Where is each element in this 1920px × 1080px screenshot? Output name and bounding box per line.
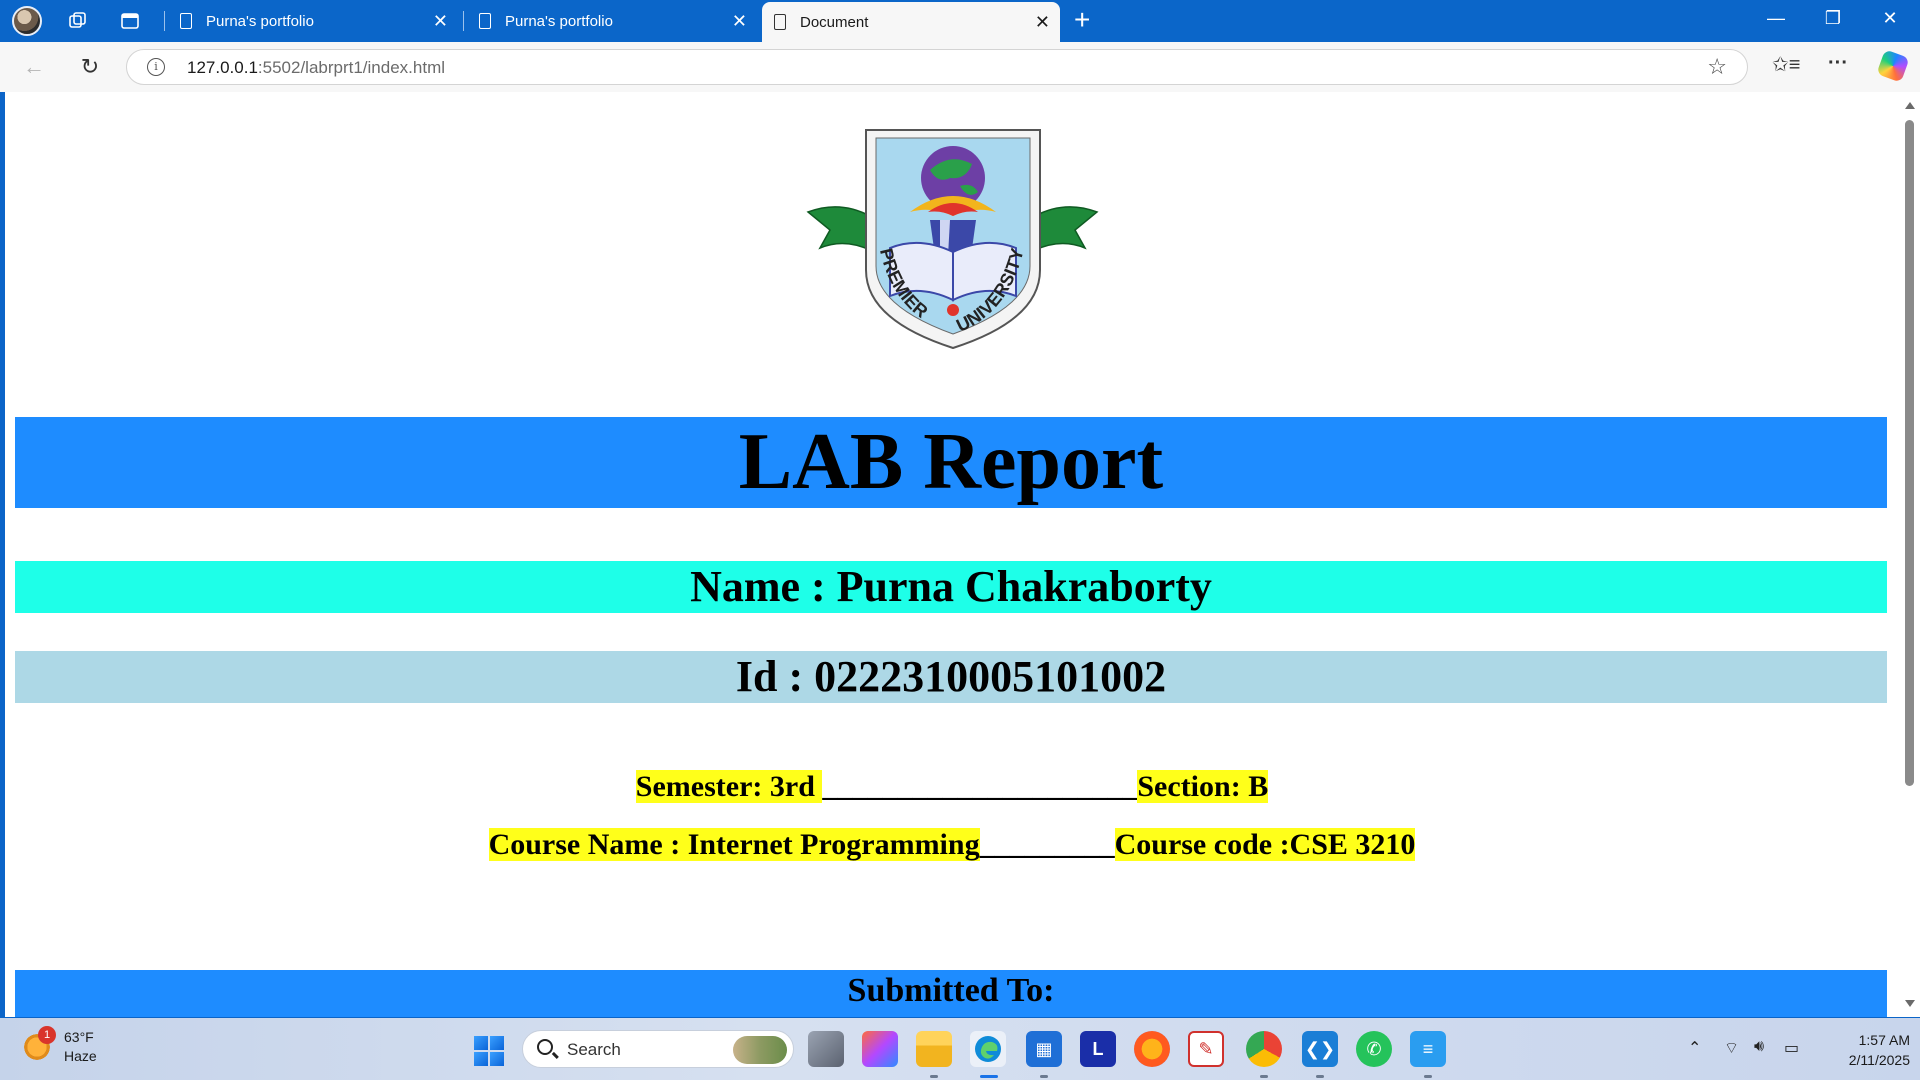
taskbar-search-box[interactable]: Search (522, 1030, 794, 1068)
volume-icon[interactable]: 🔊︎ (1754, 1038, 1764, 1056)
workspaces-icon[interactable] (64, 7, 92, 35)
separator-underline: _____________________ (822, 770, 1138, 803)
page-viewport: PREMIER UNIVERSITY LAB Report Name : Pur… (5, 92, 1899, 1017)
pdf-reader-icon[interactable]: ✎ (1188, 1031, 1224, 1067)
tab-title: Purna's portfolio (206, 12, 314, 30)
scrollbar-thumb[interactable] (1905, 120, 1914, 786)
battery-icon[interactable]: ▭ (1784, 1038, 1799, 1058)
taskbar-clock[interactable]: 1:57 AM 2/11/2025 (1820, 1030, 1910, 1070)
vertical-tabs-icon[interactable] (116, 7, 144, 35)
tab-document[interactable]: Document ✕ (762, 2, 1060, 42)
weather-condition: Haze (64, 1048, 97, 1064)
scroll-down-arrow-icon[interactable] (1905, 1000, 1915, 1007)
windows-start-icon[interactable] (474, 1036, 504, 1066)
tab-separator (463, 11, 464, 31)
student-id: Id : 0222310005101002 (15, 651, 1887, 703)
section-text: Section: B (1137, 770, 1269, 803)
url-host: 127.0.0.1 (187, 58, 258, 77)
tab-purnas-portfolio-1[interactable]: Purna's portfolio ✕ (168, 2, 458, 40)
restore-icon[interactable]: ❐ (1813, 8, 1853, 29)
separator-underline: _________ (979, 828, 1115, 861)
close-tab-icon[interactable]: ✕ (433, 12, 448, 30)
search-highlight-image (733, 1036, 787, 1064)
browser-toolbar: ← ↻ i 127.0.0.1:5502/labrprt1/index.html… (0, 42, 1920, 92)
copilot-app-icon[interactable] (862, 1031, 898, 1067)
active-indicator (980, 1075, 998, 1078)
tab-separator (164, 11, 165, 31)
weather-haze-icon: 1 (22, 1026, 56, 1062)
chrome-icon[interactable] (1246, 1031, 1282, 1067)
course-line: Course Name : Internet Programming______… (5, 828, 1899, 862)
university-logo: PREMIER UNIVERSITY (800, 120, 1105, 350)
close-tab-icon[interactable]: ✕ (732, 12, 747, 30)
url-path: :5502/labrprt1/index.html (257, 58, 446, 77)
report-title: LAB Report (15, 417, 1887, 508)
running-indicator (930, 1075, 938, 1078)
semester-text: Semester: 3rd (635, 770, 823, 803)
tab-purnas-portfolio-2[interactable]: Purna's portfolio ✕ (467, 2, 757, 40)
document-icon (774, 14, 786, 30)
running-indicator (1040, 1075, 1048, 1078)
browser-titlebar: Purna's portfolio ✕ Purna's portfolio ✕ … (0, 0, 1920, 42)
document-icon (180, 13, 192, 29)
microsoft-store-icon[interactable]: ▦ (1026, 1031, 1062, 1067)
submitted-to-heading: Submitted To: (15, 970, 1887, 1017)
windows-taskbar: 1 63°F Haze Search ▦ L ✎ ❮❯ ✆ ≡ ⌃ ⌔ 🔊︎ ▭… (0, 1018, 1920, 1080)
clock-date: 2/11/2025 (1848, 1052, 1910, 1068)
semester-section-line: Semester: 3rd _____________________Secti… (5, 770, 1899, 804)
show-hidden-icons-chevron-icon[interactable]: ⌃ (1688, 1038, 1701, 1058)
running-indicator (1424, 1075, 1432, 1078)
address-bar[interactable]: i 127.0.0.1:5502/labrprt1/index.html ☆ (126, 49, 1748, 85)
document-icon (479, 13, 491, 29)
running-indicator (1260, 1075, 1268, 1078)
notification-badge: 1 (38, 1026, 56, 1044)
student-name: Name : Purna Chakraborty (15, 561, 1887, 613)
course-name-text: Course Name : Internet Programming (488, 828, 980, 861)
whatsapp-icon[interactable]: ✆ (1356, 1031, 1392, 1067)
wifi-icon[interactable]: ⌔ (1724, 1038, 1739, 1058)
weather-widget[interactable]: 1 63°F Haze (22, 1026, 97, 1066)
refresh-icon[interactable]: ↻ (74, 52, 106, 82)
task-view-icon[interactable] (808, 1031, 844, 1067)
profile-avatar-icon[interactable] (12, 6, 42, 36)
tab-title: Purna's portfolio (505, 12, 613, 30)
back-arrow-icon[interactable]: ← (18, 52, 50, 82)
file-explorer-icon[interactable] (916, 1031, 952, 1067)
course-code-text: Course code :CSE 3210 (1114, 828, 1416, 861)
search-icon (537, 1039, 553, 1055)
edge-icon[interactable] (970, 1031, 1006, 1067)
running-indicator (1316, 1075, 1324, 1078)
page-scrollbar[interactable] (1899, 92, 1920, 1017)
firefox-icon[interactable] (1134, 1031, 1170, 1067)
favorite-star-icon[interactable]: ☆ (1707, 54, 1727, 80)
weather-temp: 63°F (64, 1029, 94, 1045)
clock-time: 1:57 AM (1858, 1032, 1910, 1048)
tab-title: Document (800, 13, 869, 31)
favorites-icon[interactable]: ✩≡ (1772, 52, 1800, 77)
search-label: Search (567, 1040, 621, 1059)
l-app-icon[interactable]: L (1080, 1031, 1116, 1067)
url-text[interactable]: 127.0.0.1:5502/labrprt1/index.html (187, 58, 445, 78)
site-info-icon[interactable]: i (147, 58, 165, 76)
vscode-icon[interactable]: ❮❯ (1302, 1031, 1338, 1067)
close-tab-icon[interactable]: ✕ (1035, 13, 1050, 31)
scroll-up-arrow-icon[interactable] (1905, 102, 1915, 109)
more-options-icon[interactable]: ··· (1828, 52, 1848, 75)
close-window-icon[interactable]: ✕ (1870, 8, 1910, 29)
new-tab-icon[interactable]: + (1074, 6, 1090, 34)
minimize-icon[interactable]: — (1756, 8, 1796, 29)
notepad-icon[interactable]: ≡ (1410, 1031, 1446, 1067)
